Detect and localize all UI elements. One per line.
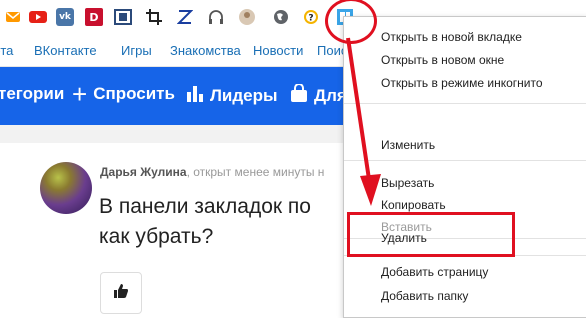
globe-icon[interactable]	[272, 8, 290, 26]
categories-label: тегории	[0, 84, 65, 103]
ask-button[interactable]: + Спросить	[72, 78, 175, 109]
annotation-arrow	[346, 37, 381, 206]
annotation-box	[347, 212, 515, 257]
question-author-line: Дарья Жулина, открыт менее минуты н	[100, 165, 324, 179]
d-letter-icon[interactable]: D	[85, 8, 103, 26]
author-name[interactable]: Дарья Жулина	[100, 165, 187, 179]
nav-link-games[interactable]: Игры	[121, 43, 152, 58]
svg-text:?: ?	[308, 14, 313, 24]
nav-link-mail[interactable]: эта	[0, 43, 13, 58]
nav-link-dating[interactable]: Знакомства	[170, 43, 241, 58]
author-avatar[interactable]	[40, 162, 92, 214]
vk-icon[interactable]: vk	[56, 8, 74, 26]
leaders-label: Лидеры	[210, 85, 278, 105]
thumbs-up-icon	[113, 283, 129, 304]
ask-label: Спросить	[93, 84, 175, 103]
z-letter-icon[interactable]	[176, 8, 194, 26]
menu-item-add-page[interactable]: Добавить страницу	[381, 265, 488, 279]
bar-chart-icon	[186, 84, 204, 107]
mail-icon[interactable]	[4, 8, 22, 26]
nav-link-vkontakte[interactable]: ВКонтакте	[34, 43, 97, 58]
bag-icon	[290, 83, 308, 107]
headphones-icon[interactable]	[207, 8, 225, 26]
help-icon[interactable]: ?	[302, 8, 320, 26]
youtube-icon[interactable]	[29, 8, 47, 26]
question-meta: , открыт менее минуты н	[186, 165, 325, 179]
categories-link[interactable]: тегории	[0, 84, 64, 104]
nav-link-news[interactable]: Новости	[253, 43, 303, 58]
menu-item-add-folder[interactable]: Добавить папку	[381, 289, 468, 303]
plus-icon: +	[72, 78, 88, 109]
crop-icon[interactable]	[145, 8, 163, 26]
reader-icon[interactable]	[114, 8, 132, 26]
question-title-line1: В панели закладок по	[99, 195, 311, 218]
leaders-link[interactable]: Лидеры	[186, 84, 278, 107]
question-title-line2: как убрать?	[99, 225, 214, 248]
menu-item-open-new-tab[interactable]: Открыть в новой вкладке	[381, 30, 522, 44]
for-link[interactable]: Для	[290, 83, 347, 107]
avatar-icon[interactable]	[238, 8, 256, 26]
menu-item-open-incognito[interactable]: Открыть в режиме инкогнито	[381, 76, 543, 90]
